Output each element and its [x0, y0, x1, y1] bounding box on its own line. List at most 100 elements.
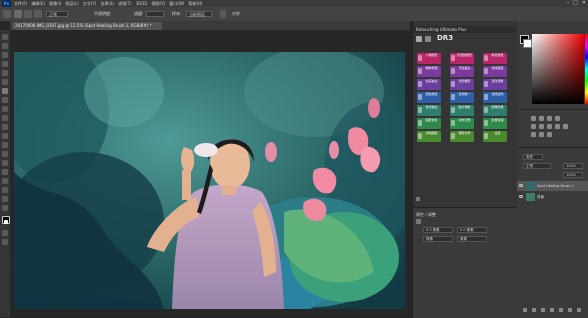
plugin-button[interactable]: 皮肤质感 — [417, 92, 441, 103]
hue-sat-adjust-icon[interactable] — [539, 124, 544, 129]
ignore-adjust-icon[interactable] — [220, 10, 226, 18]
brush-size-icon[interactable] — [14, 10, 22, 18]
menu-type[interactable]: 文字(Y) — [83, 1, 97, 7]
plugin-button[interactable]: 图层合并 — [417, 118, 441, 129]
bw-adjust-icon[interactable] — [555, 124, 560, 129]
new-layer-icon[interactable] — [568, 308, 572, 312]
plugin-button[interactable]: 肤色修复 — [483, 53, 507, 64]
plugin-button[interactable]: 牙齿美白 — [450, 66, 474, 77]
plugin-button[interactable]: 批量处理 — [483, 118, 507, 129]
layer-kind-filter[interactable]: 类型 — [523, 154, 543, 160]
folder-icon[interactable] — [559, 308, 563, 312]
plugin-button[interactable]: 色调统一 — [450, 92, 474, 103]
marquee-tool-icon[interactable] — [2, 43, 8, 49]
blur-tool-icon[interactable] — [2, 142, 8, 148]
mode-select[interactable]: 正常 — [46, 11, 68, 17]
lasso-tool-icon[interactable] — [2, 52, 8, 58]
minimize-icon[interactable]: – — [567, 0, 570, 6]
property-field-2[interactable]: 0.0 像素 — [457, 227, 487, 233]
clone-source-icon[interactable] — [34, 10, 42, 18]
plugin-button[interactable]: 去除油光 — [483, 92, 507, 103]
curves-adjust-icon[interactable] — [547, 116, 552, 121]
eye-icon[interactable] — [519, 184, 523, 187]
eye-icon[interactable] — [519, 195, 523, 198]
close-icon[interactable]: ✕ — [582, 0, 586, 6]
menu-help[interactable]: 帮助(H) — [188, 1, 202, 7]
blend-mode-select[interactable]: 正常 — [523, 163, 551, 169]
plugin-button[interactable]: 去除瑕疵 — [483, 66, 507, 77]
plugin-button[interactable]: 高低频磨皮 — [450, 53, 474, 64]
history-brush-tool-icon[interactable] — [2, 115, 8, 121]
crop-tool-icon[interactable] — [2, 70, 8, 76]
plugin-info-icon[interactable] — [425, 36, 431, 42]
levels-adjust-icon[interactable] — [539, 116, 544, 121]
new-adjustment-icon[interactable] — [550, 308, 554, 312]
flow-field[interactable] — [146, 11, 164, 17]
plugin-button[interactable]: 眼睛增强 — [417, 66, 441, 77]
plugin-button[interactable]: 人像磨皮 — [417, 53, 441, 64]
mask-icon[interactable] — [541, 308, 545, 312]
invert-adjust-icon[interactable] — [531, 132, 536, 137]
dodge-tool-icon[interactable] — [2, 151, 8, 157]
background-color-icon[interactable] — [4, 220, 8, 224]
color-balance-adjust-icon[interactable] — [547, 124, 552, 129]
vibrance-adjust-icon[interactable] — [531, 124, 536, 129]
plugin-button[interactable]: 胶片颗粒 — [450, 105, 474, 116]
menu-edit[interactable]: 编辑(E) — [31, 1, 45, 7]
layer-fill-field[interactable]: 100% — [563, 172, 583, 178]
zoom-tool-icon[interactable] — [2, 205, 8, 211]
brightness-adjust-icon[interactable] — [531, 116, 536, 121]
threshold-adjust-icon[interactable] — [547, 132, 552, 137]
plugin-footer-icon[interactable] — [416, 197, 420, 201]
move-tool-icon[interactable] — [2, 34, 8, 40]
layer-row-healing[interactable]: Spot Healing Brush 1 — [517, 181, 588, 191]
quick-mask-icon[interactable] — [2, 230, 8, 236]
screen-mode-icon[interactable] — [2, 239, 8, 245]
layer-opacity-field[interactable]: 100% — [563, 163, 583, 169]
plugin-button[interactable]: 暗角效果 — [483, 105, 507, 116]
canvas-area[interactable] — [10, 30, 410, 317]
pen-tool-icon[interactable] — [2, 160, 8, 166]
sample-select[interactable]: 当前图层 — [186, 11, 212, 17]
plugin-button[interactable]: 锐化输出 — [417, 105, 441, 116]
document-image[interactable] — [14, 52, 405, 309]
posterize-adjust-icon[interactable] — [539, 132, 544, 137]
plugin-button[interactable]: 清除图层 — [417, 131, 441, 142]
plugin-settings-icon[interactable] — [416, 36, 422, 42]
photo-filter-adjust-icon[interactable] — [563, 124, 568, 129]
plugin-button[interactable]: 动作记录 — [450, 118, 474, 129]
property-field-3[interactable]: 像素 — [423, 236, 453, 242]
menu-select[interactable]: 选择(S) — [100, 1, 114, 7]
maximize-icon[interactable]: □ — [573, 0, 578, 6]
path-select-tool-icon[interactable] — [2, 178, 8, 184]
menu-3d[interactable]: 3D(D) — [136, 1, 148, 6]
quick-select-tool-icon[interactable] — [2, 61, 8, 67]
menu-filter[interactable]: 滤镜(T) — [118, 1, 132, 7]
brush-tool-icon[interactable] — [2, 97, 8, 103]
tool-preset-icon[interactable] — [3, 10, 11, 18]
menu-image[interactable]: 图像(I) — [49, 1, 61, 7]
link-icon[interactable] — [523, 308, 527, 312]
plugin-button[interactable]: 液化调整 — [483, 79, 507, 90]
gradient-tool-icon[interactable] — [2, 133, 8, 139]
property-field-1[interactable]: 0.0 像素 — [423, 227, 453, 233]
brush-settings-icon[interactable] — [24, 10, 32, 18]
plugin-button[interactable]: 保存文件 — [450, 131, 474, 142]
background-swatch[interactable] — [523, 39, 532, 48]
layer-row-background[interactable]: 背景 — [517, 192, 588, 202]
type-tool-icon[interactable] — [2, 169, 8, 175]
healing-brush-tool-icon[interactable] — [2, 88, 8, 94]
fx-icon[interactable] — [532, 308, 536, 312]
color-picker-field[interactable] — [532, 34, 584, 104]
plugin-button[interactable]: 设置 — [483, 131, 507, 142]
clone-stamp-tool-icon[interactable] — [2, 106, 8, 112]
menu-window[interactable]: 窗口(W) — [169, 1, 184, 7]
plugin-button[interactable]: 光影塑形 — [450, 79, 474, 90]
document-tab[interactable]: 20170608 IMG_0307.jpg @ 12.5% (Spot Heal… — [12, 22, 162, 30]
exposure-adjust-icon[interactable] — [555, 116, 560, 121]
menu-layer[interactable]: 图层(L) — [65, 1, 78, 7]
eyedropper-tool-icon[interactable] — [2, 79, 8, 85]
property-field-4[interactable]: 像素 — [457, 236, 487, 242]
trash-icon[interactable] — [577, 308, 581, 312]
eraser-tool-icon[interactable] — [2, 124, 8, 130]
